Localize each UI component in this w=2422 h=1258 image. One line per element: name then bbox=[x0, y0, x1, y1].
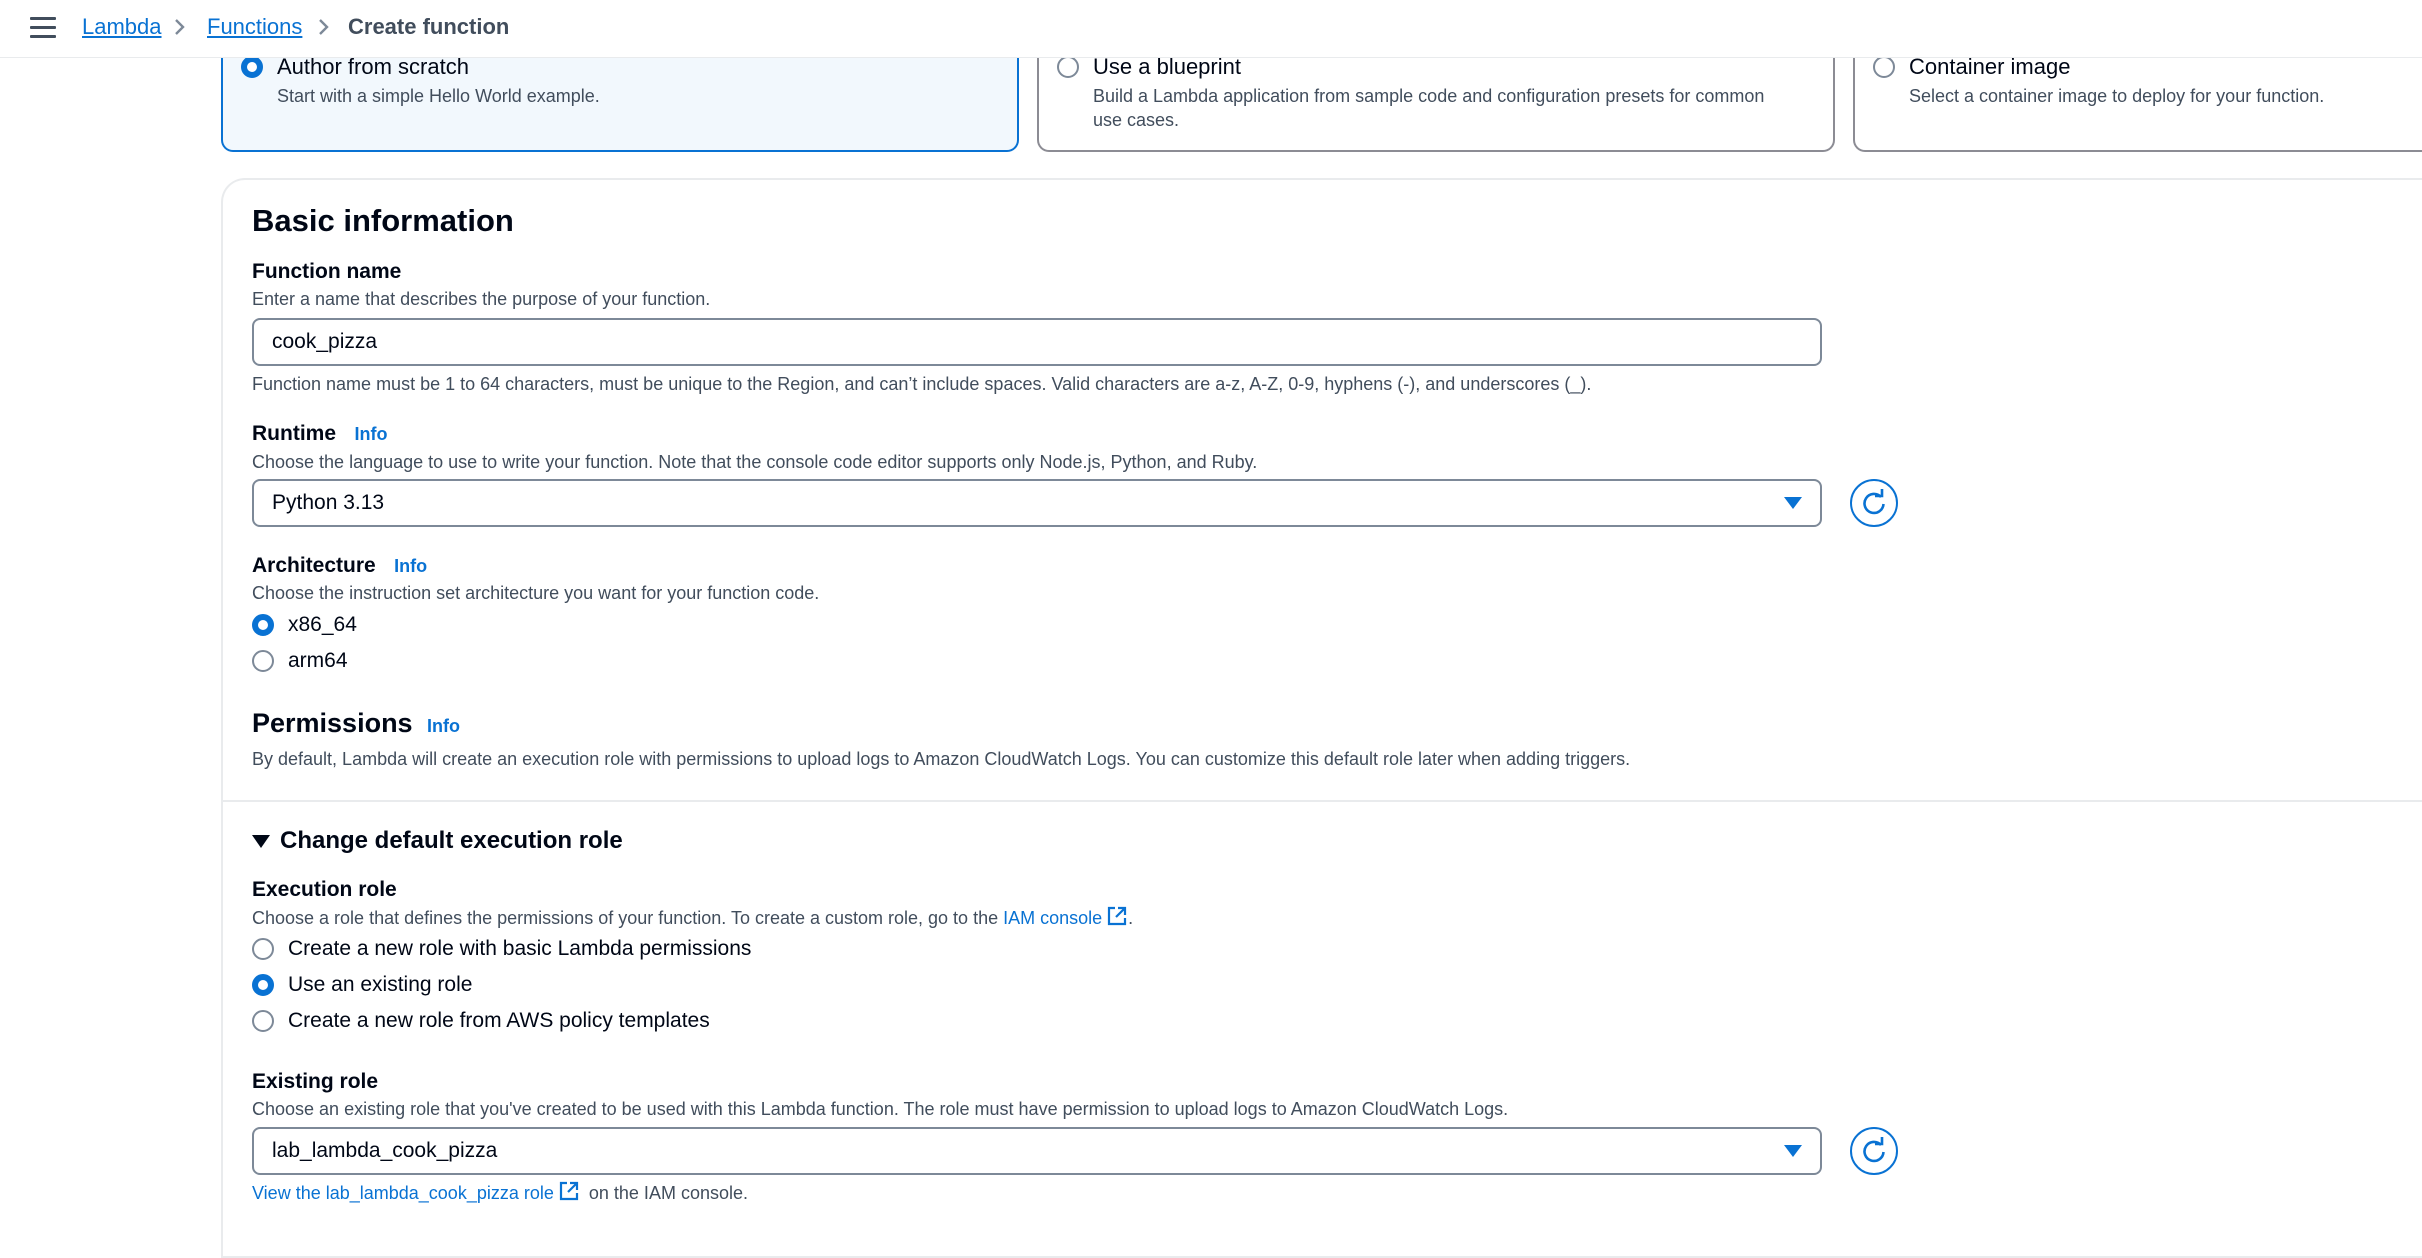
breadcrumb-current: Create function bbox=[348, 14, 510, 39]
caret-down-icon bbox=[1784, 497, 1802, 509]
menu-icon[interactable] bbox=[30, 17, 56, 39]
existing-role-select-value: lab_lambda_cook_pizza bbox=[272, 1139, 498, 1162]
option-desc: Build a Lambda application from sample c… bbox=[1093, 86, 1765, 106]
option-label: Use an existing role bbox=[288, 973, 473, 996]
basic-information-container: Basic information Function name Enter a … bbox=[221, 178, 2422, 1258]
architecture-info-link[interactable]: Info bbox=[394, 556, 427, 576]
architecture-label: Architecture bbox=[252, 554, 376, 577]
top-navigation-bar: Lambda Functions Create function bbox=[0, 0, 2422, 58]
permissions-heading: Permissions bbox=[252, 708, 413, 738]
desc-text: Choose a role that defines the permissio… bbox=[252, 908, 1004, 928]
function-name-desc: Enter a name that describes the purpose … bbox=[252, 289, 711, 309]
runtime-refresh-button[interactable] bbox=[1850, 479, 1898, 527]
execution-role-label: Execution role bbox=[252, 878, 397, 901]
permissions-info-link[interactable]: Info bbox=[427, 716, 460, 736]
chevron-right-icon bbox=[175, 19, 185, 35]
iam-console-link[interactable]: IAM console bbox=[1003, 908, 1102, 928]
role-option-create-basic[interactable]: Create a new role with basic Lambda perm… bbox=[252, 936, 751, 962]
option-desc-line2: use cases. bbox=[1093, 110, 1180, 130]
view-role-suffix: on the IAM console. bbox=[588, 1183, 748, 1203]
refresh-icon bbox=[1863, 489, 1885, 515]
existing-role-select[interactable]: lab_lambda_cook_pizza bbox=[252, 1127, 1822, 1175]
runtime-info-link[interactable]: Info bbox=[354, 424, 387, 444]
radio-x86-64[interactable] bbox=[252, 614, 274, 636]
function-name-input[interactable]: cook_pizza bbox=[252, 318, 1822, 366]
chevron-right-icon bbox=[319, 19, 329, 35]
option-desc: Select a container image to deploy for y… bbox=[1909, 86, 2325, 106]
external-link-icon[interactable] bbox=[1106, 905, 1128, 927]
caret-down-icon bbox=[252, 834, 270, 848]
change-execution-role-expander[interactable]: Change default execution role bbox=[252, 828, 623, 854]
section-divider bbox=[223, 800, 2422, 802]
function-name-hint: Function name must be 1 to 64 characters… bbox=[252, 374, 1592, 394]
function-name-label: Function name bbox=[252, 260, 402, 283]
radio-use-a-blueprint[interactable] bbox=[1057, 56, 1079, 78]
desc-suffix: . bbox=[1128, 908, 1134, 928]
section-heading: Basic information bbox=[252, 203, 514, 238]
existing-role-desc: Choose an existing role that you've crea… bbox=[252, 1099, 1509, 1119]
role-option-use-existing[interactable]: Use an existing role bbox=[252, 972, 472, 998]
caret-down-icon bbox=[1784, 1145, 1802, 1157]
breadcrumb-functions[interactable]: Functions bbox=[207, 13, 302, 41]
architecture-option-arm64[interactable]: arm64 bbox=[252, 648, 348, 674]
option-label: arm64 bbox=[288, 649, 348, 672]
permissions-desc: By default, Lambda will create an execut… bbox=[252, 749, 1631, 769]
radio-policy-templates[interactable] bbox=[252, 1010, 274, 1032]
radio-arm64[interactable] bbox=[252, 650, 274, 672]
runtime-select-value: Python 3.13 bbox=[272, 491, 385, 514]
radio-container-image[interactable] bbox=[1873, 56, 1895, 78]
existing-role-refresh-button[interactable] bbox=[1850, 1127, 1898, 1175]
radio-author-from-scratch[interactable] bbox=[241, 56, 263, 78]
runtime-select[interactable]: Python 3.13 bbox=[252, 479, 1822, 527]
breadcrumb-lambda[interactable]: Lambda bbox=[82, 13, 162, 41]
option-label: Create a new role with basic Lambda perm… bbox=[288, 937, 752, 960]
role-option-policy-templates[interactable]: Create a new role from AWS policy templa… bbox=[252, 1008, 710, 1034]
expander-label: Change default execution role bbox=[280, 827, 623, 854]
option-desc: Start with a simple Hello World example. bbox=[277, 86, 600, 106]
external-link-icon[interactable] bbox=[558, 1180, 580, 1202]
architecture-option-x86-64[interactable]: x86_64 bbox=[252, 612, 357, 638]
runtime-label: Runtime bbox=[252, 422, 336, 445]
radio-create-basic-role[interactable] bbox=[252, 938, 274, 960]
view-role-line: View the lab_lambda_cook_pizza role on t… bbox=[252, 1180, 748, 1205]
refresh-icon bbox=[1863, 1137, 1885, 1163]
radio-use-existing-role[interactable] bbox=[252, 974, 274, 996]
option-label: Create a new role from AWS policy templa… bbox=[288, 1009, 710, 1032]
architecture-desc: Choose the instruction set architecture … bbox=[252, 583, 820, 603]
runtime-desc: Choose the language to use to write your… bbox=[252, 452, 1258, 472]
view-role-link[interactable]: View the lab_lambda_cook_pizza role bbox=[252, 1183, 554, 1203]
existing-role-label: Existing role bbox=[252, 1070, 379, 1093]
execution-role-desc: Choose a role that defines the permissio… bbox=[252, 905, 1133, 930]
option-label: x86_64 bbox=[288, 613, 357, 636]
